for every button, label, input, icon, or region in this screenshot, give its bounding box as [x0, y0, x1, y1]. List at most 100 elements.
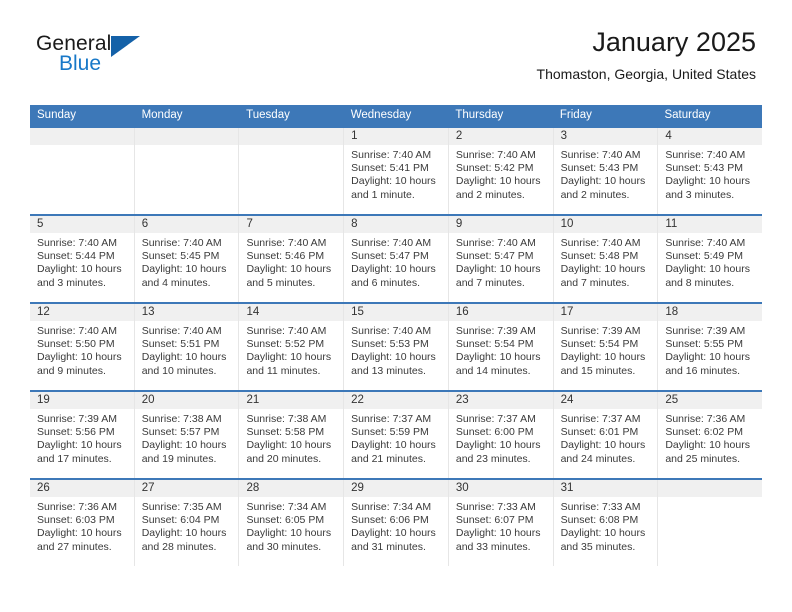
- sunrise-text: Sunrise: 7:38 AM: [246, 413, 327, 425]
- day-cell[interactable]: 4 Sunrise: 7:40 AM Sunset: 5:43 PM Dayli…: [658, 128, 763, 214]
- day-cell[interactable]: 5 Sunrise: 7:40 AM Sunset: 5:44 PM Dayli…: [30, 216, 135, 302]
- daylight-text-line1: Daylight: 10 hours: [665, 175, 750, 188]
- day-cell[interactable]: 20 Sunrise: 7:38 AM Sunset: 5:57 PM Dayl…: [134, 392, 240, 478]
- day-cell[interactable]: 2 Sunrise: 7:40 AM Sunset: 5:42 PM Dayli…: [448, 128, 554, 214]
- day-cell[interactable]: 31 Sunrise: 7:33 AM Sunset: 6:08 PM Dayl…: [553, 480, 659, 566]
- sunset-text: Sunset: 5:41 PM: [351, 162, 429, 175]
- daylight-text-line1: Daylight: 10 hours: [455, 527, 541, 540]
- sunset-text: Sunset: 5:47 PM: [455, 250, 534, 263]
- date-number-band: 3: [553, 128, 658, 145]
- day-details: Sunrise: 7:40 AM Sunset: 5:46 PM Dayligh…: [239, 233, 343, 290]
- sunset-text: Sunset: 5:43 PM: [665, 162, 743, 175]
- sunset-text: Sunset: 6:00 PM: [455, 426, 534, 439]
- day-details: Sunrise: 7:37 AM Sunset: 5:59 PM Dayligh…: [344, 409, 448, 466]
- day-details: Sunrise: 7:40 AM Sunset: 5:44 PM Dayligh…: [30, 233, 134, 290]
- weekday-header-thursday: Thursday: [455, 109, 504, 121]
- day-cell[interactable]: 1 Sunrise: 7:40 AM Sunset: 5:41 PM Dayli…: [344, 128, 449, 214]
- date-number: 22: [351, 394, 364, 406]
- day-cell[interactable]: 11 Sunrise: 7:40 AM Sunset: 5:49 PM Dayl…: [658, 216, 763, 302]
- date-number-band: 22: [344, 392, 448, 409]
- date-number: 27: [141, 482, 155, 494]
- day-details: [30, 145, 134, 149]
- daylight-text-line1: Daylight: 10 hours: [246, 263, 332, 276]
- day-details: Sunrise: 7:38 AM Sunset: 5:58 PM Dayligh…: [239, 409, 343, 466]
- day-cell[interactable]: 6 Sunrise: 7:40 AM Sunset: 5:45 PM Dayli…: [134, 216, 240, 302]
- day-cell[interactable]: 19 Sunrise: 7:39 AM Sunset: 5:56 PM Dayl…: [30, 392, 135, 478]
- day-details: Sunrise: 7:34 AM Sunset: 6:05 PM Dayligh…: [239, 497, 343, 554]
- daylight-text-line1: Daylight: 10 hours: [141, 263, 227, 276]
- sunrise-text: Sunrise: 7:37 AM: [560, 413, 641, 425]
- day-cell[interactable]: 29 Sunrise: 7:34 AM Sunset: 6:06 PM Dayl…: [344, 480, 449, 566]
- day-details: Sunrise: 7:36 AM Sunset: 6:03 PM Dayligh…: [30, 497, 134, 554]
- daylight-text-line2: and 21 minutes.: [351, 452, 426, 465]
- day-details: Sunrise: 7:39 AM Sunset: 5:54 PM Dayligh…: [449, 321, 553, 378]
- day-cell[interactable]: 28 Sunrise: 7:34 AM Sunset: 6:05 PM Dayl…: [239, 480, 345, 566]
- day-cell[interactable]: 27 Sunrise: 7:35 AM Sunset: 6:04 PM Dayl…: [134, 480, 240, 566]
- date-number-band: 8: [344, 216, 448, 233]
- general-blue-logo[interactable]: General Blue: [36, 32, 156, 80]
- day-cell[interactable]: 9 Sunrise: 7:40 AM Sunset: 5:47 PM Dayli…: [448, 216, 554, 302]
- daylight-text-line2: and 3 minutes.: [665, 188, 735, 201]
- day-cell[interactable]: 16 Sunrise: 7:39 AM Sunset: 5:54 PM Dayl…: [448, 304, 554, 390]
- day-cell[interactable]: 21 Sunrise: 7:38 AM Sunset: 5:58 PM Dayl…: [239, 392, 345, 478]
- sunrise-text: Sunrise: 7:40 AM: [665, 237, 746, 249]
- weekday-header-tuesday: Tuesday: [246, 109, 290, 121]
- logo-text-blue: Blue: [59, 52, 102, 75]
- day-cell[interactable]: 22 Sunrise: 7:37 AM Sunset: 5:59 PM Dayl…: [344, 392, 449, 478]
- daylight-text-line2: and 8 minutes.: [665, 276, 735, 289]
- day-cell[interactable]: 17 Sunrise: 7:39 AM Sunset: 5:54 PM Dayl…: [553, 304, 659, 390]
- daylight-text-line1: Daylight: 10 hours: [141, 527, 227, 540]
- day-cell[interactable]: 7 Sunrise: 7:40 AM Sunset: 5:46 PM Dayli…: [239, 216, 345, 302]
- sunrise-text: Sunrise: 7:40 AM: [141, 325, 222, 337]
- daylight-text-line1: Daylight: 10 hours: [665, 351, 750, 364]
- day-details: Sunrise: 7:37 AM Sunset: 6:01 PM Dayligh…: [554, 409, 658, 466]
- day-cell[interactable]: 3 Sunrise: 7:40 AM Sunset: 5:43 PM Dayli…: [553, 128, 659, 214]
- daylight-text-line1: Daylight: 10 hours: [37, 439, 122, 452]
- day-details: Sunrise: 7:33 AM Sunset: 6:08 PM Dayligh…: [554, 497, 658, 554]
- sunset-text: Sunset: 5:57 PM: [141, 426, 220, 439]
- day-cell[interactable]: 13 Sunrise: 7:40 AM Sunset: 5:51 PM Dayl…: [134, 304, 240, 390]
- sunset-text: Sunset: 5:55 PM: [665, 338, 743, 351]
- day-cell[interactable]: 26 Sunrise: 7:36 AM Sunset: 6:03 PM Dayl…: [30, 480, 135, 566]
- sunrise-text: Sunrise: 7:33 AM: [560, 501, 641, 513]
- day-cell[interactable]: 18 Sunrise: 7:39 AM Sunset: 5:55 PM Dayl…: [658, 304, 763, 390]
- daylight-text-line2: and 23 minutes.: [455, 452, 531, 465]
- daylight-text-line2: and 2 minutes.: [560, 188, 630, 201]
- sunset-text: Sunset: 5:49 PM: [665, 250, 743, 263]
- date-number-band: [134, 128, 239, 145]
- sunset-text: Sunset: 6:07 PM: [455, 514, 534, 527]
- date-number-band: [239, 128, 344, 145]
- day-cell[interactable]: 10 Sunrise: 7:40 AM Sunset: 5:48 PM Dayl…: [553, 216, 659, 302]
- day-cell[interactable]: [134, 128, 240, 214]
- location-subtitle: Thomaston, Georgia, United States: [536, 66, 756, 82]
- date-number-band: 13: [134, 304, 239, 321]
- day-cell[interactable]: [658, 480, 763, 566]
- daylight-text-line2: and 17 minutes.: [37, 452, 112, 465]
- daylight-text-line1: Daylight: 10 hours: [665, 439, 750, 452]
- day-cell[interactable]: 15 Sunrise: 7:40 AM Sunset: 5:53 PM Dayl…: [344, 304, 449, 390]
- day-cell[interactable]: 23 Sunrise: 7:37 AM Sunset: 6:00 PM Dayl…: [448, 392, 554, 478]
- daylight-text-line2: and 13 minutes.: [351, 364, 426, 377]
- date-number: 29: [351, 482, 364, 494]
- day-cell[interactable]: [239, 128, 345, 214]
- daylight-text-line1: Daylight: 10 hours: [351, 439, 436, 452]
- day-cell[interactable]: 14 Sunrise: 7:40 AM Sunset: 5:52 PM Dayl…: [239, 304, 345, 390]
- daylight-text-line1: Daylight: 10 hours: [560, 527, 646, 540]
- date-number-band: 7: [239, 216, 344, 233]
- daylight-text-line2: and 33 minutes.: [455, 540, 531, 553]
- day-cell[interactable]: 25 Sunrise: 7:36 AM Sunset: 6:02 PM Dayl…: [658, 392, 763, 478]
- date-number-band: 15: [344, 304, 448, 321]
- date-number: 8: [351, 218, 358, 230]
- day-cell[interactable]: 8 Sunrise: 7:40 AM Sunset: 5:47 PM Dayli…: [344, 216, 449, 302]
- weekday-header-row: Sunday Monday Tuesday Wednesday Thursday…: [30, 105, 762, 126]
- day-cell[interactable]: 24 Sunrise: 7:37 AM Sunset: 6:01 PM Dayl…: [553, 392, 659, 478]
- day-cell[interactable]: 12 Sunrise: 7:40 AM Sunset: 5:50 PM Dayl…: [30, 304, 135, 390]
- day-cell[interactable]: 30 Sunrise: 7:33 AM Sunset: 6:07 PM Dayl…: [448, 480, 554, 566]
- day-cell[interactable]: [30, 128, 135, 214]
- date-number-band: 9: [448, 216, 553, 233]
- sunrise-text: Sunrise: 7:34 AM: [351, 501, 432, 513]
- daylight-text-line1: Daylight: 10 hours: [455, 175, 541, 188]
- title-block: January 2025 Thomaston, Georgia, United …: [537, 26, 756, 84]
- calendar-week-row: 26 Sunrise: 7:36 AM Sunset: 6:03 PM Dayl…: [30, 478, 763, 566]
- daylight-text-line1: Daylight: 10 hours: [665, 263, 750, 276]
